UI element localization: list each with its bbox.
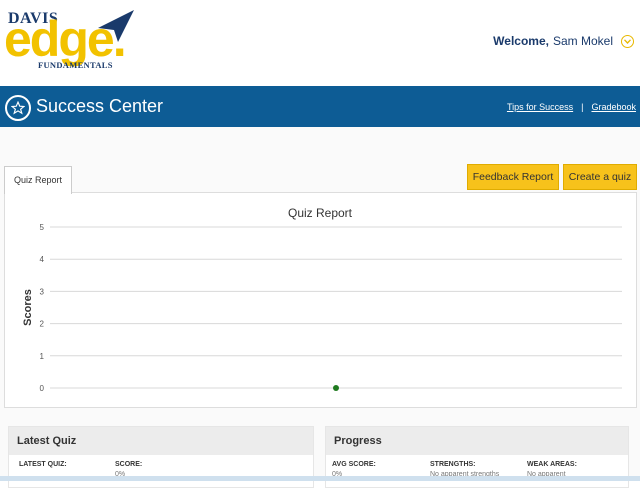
avg-score-label: AVG SCORE: [332, 461, 376, 468]
latest-quiz-title: Latest Quiz [9, 427, 313, 455]
y-tick-label: 4 [40, 255, 45, 264]
bottom-scroll-shade [0, 476, 640, 481]
y-axis-label: Scores [22, 289, 34, 326]
y-tick-label: 5 [40, 223, 45, 232]
y-tick-label: 0 [40, 384, 45, 393]
progress-title: Progress [326, 427, 628, 455]
score-label: SCORE: [115, 461, 143, 468]
y-tick-label: 3 [40, 287, 45, 296]
data-point[interactable] [333, 385, 339, 391]
latest-quiz-label: LATEST QUIZ: [19, 461, 67, 468]
strengths-label: STRENGTHS: [430, 461, 476, 468]
tab-quiz-report[interactable]: Quiz Report [4, 166, 72, 194]
weak-areas-label: WEAK AREAS: [527, 461, 577, 468]
y-tick-label: 2 [40, 320, 45, 329]
y-tick-label: 1 [40, 352, 45, 361]
quiz-report-chart: 0 1 2 3 4 5 Scores [22, 223, 622, 393]
